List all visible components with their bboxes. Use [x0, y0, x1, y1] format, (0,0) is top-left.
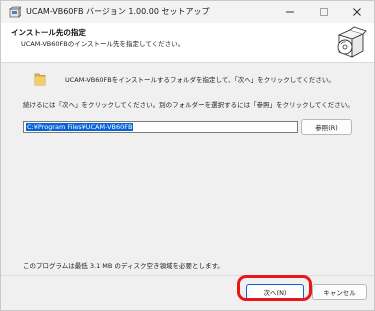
continue-instruction: 続けるには「次へ」をクリックしてください。別のフォルダーを選択するには「参照」を… [23, 101, 354, 109]
setup-window: UCAM-VB60FB バージョン 1.00.00 セットアップ インストール先… [0, 0, 375, 311]
install-folder-instruction: UCAM-VB60FBをインストールするフォルダを指定して、「次へ」をクリックし… [65, 76, 335, 84]
next-button-highlight [237, 275, 312, 301]
minimize-button[interactable] [273, 1, 307, 23]
cancel-button[interactable]: キャンセル [312, 284, 367, 300]
disk-space-note: このプログラムは最低 3.1 MB のディスク空き領域を必要とします。 [23, 262, 224, 270]
browse-button[interactable]: 参照(R) [301, 119, 352, 135]
wizard-footer: 次へ(N) キャンセル [1, 275, 374, 310]
maximize-button[interactable] [307, 1, 341, 23]
wizard-header: インストール先の指定 UCAM-VB60FBのインストール先を指定してください。 [1, 23, 374, 63]
wizard-body: UCAM-VB60FBをインストールするフォルダを指定して、「次へ」をクリックし… [1, 63, 374, 275]
page-subtitle: UCAM-VB60FBのインストール先を指定してください。 [21, 40, 185, 48]
close-button[interactable] [340, 1, 374, 23]
maximize-icon [320, 8, 328, 16]
title-bar[interactable]: UCAM-VB60FB バージョン 1.00.00 セットアップ [1, 1, 374, 23]
install-path-input[interactable]: C:¥Program Files¥UCAM-VB60FB [23, 121, 298, 133]
window-title: UCAM-VB60FB バージョン 1.00.00 セットアップ [26, 7, 210, 16]
install-disc-box-icon [333, 25, 367, 59]
install-path-value: C:¥Program Files¥UCAM-VB60FB [26, 123, 134, 131]
folder-icon [34, 72, 46, 86]
minimize-icon [286, 11, 294, 13]
page-title: インストール先の指定 [11, 28, 86, 37]
setup-box-icon [8, 6, 22, 18]
close-icon [353, 8, 361, 16]
